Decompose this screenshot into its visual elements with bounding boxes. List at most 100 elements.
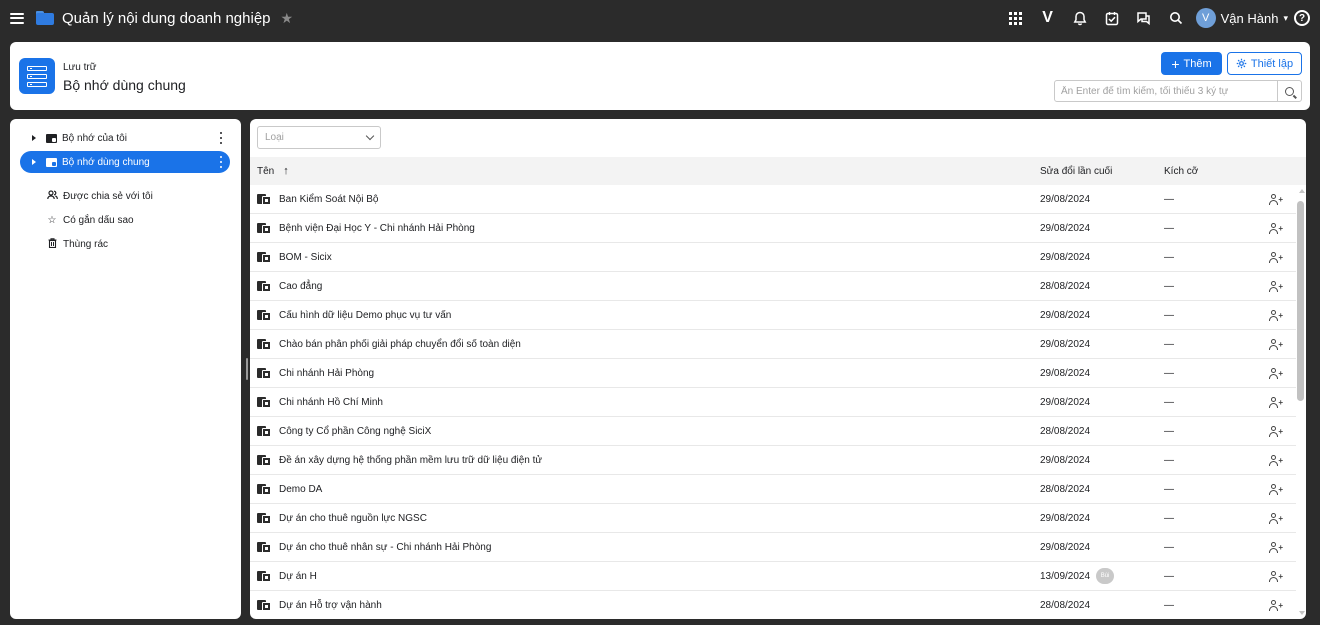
expand-arrow-icon[interactable] [32,135,36,141]
size-cell: — [1164,367,1174,379]
table-row[interactable]: Chào bán phân phối giải pháp chuyển đổi … [250,330,1296,359]
add-person-icon: + [1269,338,1283,350]
share-button[interactable]: + [1269,243,1283,271]
add-person-icon: + [1269,512,1283,524]
file-name[interactable]: Cấu hình dữ liệu Demo phục vụ tư vấn [279,310,451,321]
share-button[interactable]: + [1269,475,1283,503]
table-row[interactable]: Cấu hình dữ liệu Demo phục vụ tư vấn 29/… [250,301,1296,330]
file-name[interactable]: Dự án Hỗ trợ vận hành [279,600,382,611]
share-button[interactable]: + [1269,591,1283,619]
notifications-bell-icon[interactable] [1064,0,1096,36]
share-button[interactable]: + [1269,562,1283,590]
sort-ascending-icon[interactable]: ↑ [283,165,289,177]
scrollbar[interactable] [1296,185,1306,619]
column-header-modified[interactable]: Sửa đổi lần cuối [1040,157,1112,185]
apps-grid-icon[interactable] [1000,0,1032,36]
folder-icon [36,11,54,25]
table-row[interactable]: Cao đẳng 28/08/2024 — + [250,272,1296,301]
search-submit-button[interactable] [1277,81,1301,101]
table-row[interactable]: Chi nhánh Hồ Chí Minh 29/08/2024 — + [250,388,1296,417]
file-name[interactable]: Công ty Cổ phần Công nghệ SiciX [279,426,431,437]
file-name[interactable]: Chi nhánh Hải Phòng [279,368,374,379]
size-cell: — [1164,541,1174,553]
breadcrumb[interactable]: Lưu trữ [63,62,96,73]
chevron-down-icon: ▾ [1283,12,1288,23]
panel-resize-handle[interactable] [246,358,248,380]
file-name[interactable]: Bệnh viện Đại Học Y - Chi nhánh Hải Phòn… [279,223,475,234]
type-filter-select[interactable]: Loại [257,126,381,149]
app-title: Quản lý nội dung doanh nghiệp [62,9,271,27]
sidebar-item-starred[interactable]: ☆ Có gắn dấu sao [46,211,134,229]
share-button[interactable]: + [1269,388,1283,416]
table-row[interactable]: Bệnh viện Đại Học Y - Chi nhánh Hải Phòn… [250,214,1296,243]
file-name[interactable]: Chi nhánh Hồ Chí Minh [279,397,383,408]
file-name[interactable]: Demo DA [279,484,322,495]
add-person-icon: + [1269,251,1283,263]
share-button[interactable]: + [1269,272,1283,300]
tree-item-shared-storage[interactable]: Bộ nhớ dùng chung [20,151,230,173]
share-button[interactable]: + [1269,330,1283,358]
file-name[interactable]: Dự án cho thuê nguồn lực NGSC [279,513,427,524]
chat-icon[interactable] [1128,0,1160,36]
star-icon: ☆ [47,214,57,226]
share-button[interactable]: + [1269,301,1283,329]
file-name[interactable]: Đề án xây dựng hệ thống phần mềm lưu trữ… [279,455,542,466]
share-button[interactable]: + [1269,359,1283,387]
scroll-up-arrow-icon[interactable] [1299,189,1305,193]
table-row[interactable]: Dự án Hỗ trợ vận hành 28/08/2024 — + [250,591,1296,619]
add-person-icon: + [1269,193,1283,205]
share-button[interactable]: + [1269,533,1283,561]
tasks-check-icon[interactable] [1096,0,1128,36]
add-person-icon: + [1269,483,1283,495]
file-name[interactable]: Dự án cho thuê nhân sự - Chi nhánh Hải P… [279,542,491,553]
tree-item-my-storage[interactable]: Bộ nhớ của tôi [20,127,230,149]
scroll-down-arrow-icon[interactable] [1299,611,1305,615]
scrollbar-thumb[interactable] [1297,201,1304,401]
table-row[interactable]: Dự án cho thuê nguồn lực NGSC 29/08/2024… [250,504,1296,533]
storage-icon [19,58,55,94]
expand-arrow-icon[interactable] [32,159,36,165]
file-name[interactable]: Chào bán phân phối giải pháp chuyển đổi … [279,339,521,350]
file-name[interactable]: BOM - Sicix [279,252,332,263]
more-options-icon[interactable] [220,132,222,144]
help-icon[interactable]: ? [1294,10,1310,26]
size-cell: — [1164,309,1174,321]
table-row[interactable]: Dự án H 13/09/2024 Bùi — + [250,562,1296,591]
top-bar: Quản lý nội dung doanh nghiệp ★ V V Vận … [0,0,1320,36]
file-name[interactable]: Cao đẳng [279,281,322,292]
file-name[interactable]: Dự án H [279,571,317,582]
add-person-icon: + [1269,280,1283,292]
modified-date: 28/08/2024 [1040,280,1091,292]
share-button[interactable]: + [1269,185,1283,213]
shared-folder-icon [257,396,271,408]
table-row[interactable]: BOM - Sicix 29/08/2024 — + [250,243,1296,272]
modified-date: 29/08/2024 [1040,193,1091,205]
user-menu[interactable]: V Vận Hành ▾ [1195,8,1288,28]
shared-drive-icon [46,157,57,167]
table-row[interactable]: Ban Kiểm Soát Nội Bộ 29/08/2024 — + [250,185,1296,214]
share-button[interactable]: + [1269,504,1283,532]
sidebar-item-label: Thùng rác [63,238,109,250]
search-input[interactable] [1055,81,1277,101]
sidebar-item-shared-with-me[interactable]: Được chia sẻ với tôi [46,187,153,205]
file-name[interactable]: Ban Kiểm Soát Nội Bộ [279,194,379,205]
column-header-name[interactable]: Tên ↑ [257,157,289,185]
trash-icon [46,237,58,251]
table-row[interactable]: Demo DA 28/08/2024 — + [250,475,1296,504]
table-row[interactable]: Công ty Cổ phần Công nghệ SiciX 28/08/20… [250,417,1296,446]
search-icon[interactable] [1160,0,1192,36]
more-options-icon[interactable] [220,156,222,168]
add-button[interactable]: + Thêm [1161,52,1222,75]
sidebar-item-trash[interactable]: Thùng rác [46,235,108,253]
hamburger-menu-icon[interactable] [10,12,24,24]
table-row[interactable]: Đề án xây dựng hệ thống phần mềm lưu trữ… [250,446,1296,475]
share-button[interactable]: + [1269,214,1283,242]
column-header-size[interactable]: Kích cỡ [1164,157,1198,185]
table-row[interactable]: Dự án cho thuê nhân sự - Chi nhánh Hải P… [250,533,1296,562]
brand-logo-button[interactable]: V [1032,0,1064,36]
share-button[interactable]: + [1269,417,1283,445]
favorite-star-icon[interactable]: ★ [281,10,294,27]
share-button[interactable]: + [1269,446,1283,474]
settings-button[interactable]: Thiết lập [1227,52,1302,75]
table-row[interactable]: Chi nhánh Hải Phòng 29/08/2024 — + [250,359,1296,388]
